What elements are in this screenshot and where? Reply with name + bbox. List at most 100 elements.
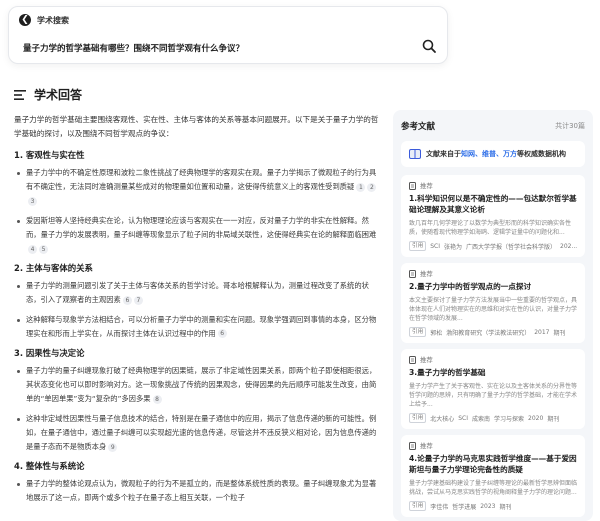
answer-sections: 1. 客观性与实在性量子力学中的不确定性原理和波粒二象性挑战了经典物理学的客观实… — [14, 149, 379, 506]
section-heading: 3. 因果性与决定论 — [14, 348, 85, 359]
reference-meta-item: 渤阳教育研究（学法教法研究） — [446, 329, 531, 337]
reference-meta-item: 李佳伟 — [430, 503, 449, 511]
cite-button[interactable]: 引用 — [409, 327, 427, 337]
reference-meta-item: 北大核心 — [430, 415, 455, 423]
reference-meta-item: 哲学进展 — [452, 503, 477, 511]
answer-title: 学术回答 — [34, 88, 83, 102]
reference-label-text: 推荐 — [420, 182, 433, 190]
book-icon — [409, 149, 421, 159]
reference-meta-item: 2023 — [480, 502, 496, 510]
document-icon — [409, 269, 416, 278]
reference-abstract: 量子力学产生了关于客观性、实在论以及主客体关系的分界性等哲学问题的思辨，只有明确… — [409, 383, 578, 408]
academic-answer: 学术回答 量子力学的哲学基础主要围绕客观性、实在性、主体与客体的关系等基本问题展… — [14, 86, 379, 511]
references-count[interactable]: 共计30篇 — [555, 121, 585, 131]
reference-label: 推荐 — [409, 181, 577, 190]
citation-badge[interactable]: 3 — [28, 196, 37, 206]
search-icon[interactable] — [421, 38, 437, 54]
document-icon — [409, 441, 416, 450]
bullet-text: 爱因斯坦等人坚持经典实在论，认为物理理论应该与客观实在一一对应，反对量子力学的非… — [26, 215, 377, 239]
document-icon — [409, 181, 416, 190]
search-query-text[interactable]: 量子力学的哲学基础有哪些？围绕不同哲学观有什么争议？ — [23, 42, 244, 54]
reference-meta-item: 期刊 — [547, 415, 560, 423]
cite-button[interactable]: 引用 — [409, 501, 427, 511]
cite-button[interactable]: 引用 — [409, 413, 427, 423]
section-heading: 1. 客观性与实在性 — [14, 150, 85, 160]
section-heading: 4. 整体性与系统论 — [14, 461, 85, 472]
reference-label: 推荐 — [409, 441, 577, 450]
cite-button[interactable]: 引用 — [409, 241, 427, 251]
reference-meta-item: 广西大学学报（哲学社会科学版） — [466, 243, 557, 251]
section-bullet-list: 量子力学中的不确定性原理和波粒二象性挑战了经典物理学的客观实在观。量子力学揭示了… — [14, 166, 379, 256]
section-bullet-list: 量子力学的整体论观点认为，微观粒子的行为不是孤立的，而是整体系统性质的表现。量子… — [14, 477, 379, 505]
reference-meta-item: 2020 — [528, 414, 544, 422]
reference-abstract: 本文主要探讨了量子力学方法发展当中一些重要的哲学观点，具体体现在人们对物理实在的… — [409, 297, 578, 322]
text-lines-icon — [14, 89, 26, 100]
reference-label: 推荐 — [409, 355, 577, 364]
reference-card[interactable]: 推荐 2.量子力学中的哲学观点的一点探讨本文主要探讨了量子力学方法发展当中一些重要… — [401, 263, 585, 343]
references-title: 参考文献 — [401, 122, 436, 132]
bullet-text: 这种解释与现象学方法相结合，可以分析量子力学中的测量和实在问题。现象学强调回到事… — [26, 314, 377, 338]
reference-meta-item: 期刊 — [553, 329, 566, 337]
reference-meta-item: 202... — [560, 242, 577, 250]
reference-meta-item: SCI — [458, 414, 468, 422]
reference-card[interactable]: 推荐 3.量子力学的哲学基础量子力学产生了关于客观性、实在论以及主客体关系的分界性… — [401, 349, 585, 429]
answer-bullet: 量子力学中的不确定性原理和波粒二象性挑战了经典物理学的客观实在观。量子力学揭示了… — [14, 166, 379, 209]
references-header: 参考文献 共计30篇 — [401, 120, 585, 132]
reference-meta: 引用 SCI 张艳为 广西大学学报（哲学社会科学版） 202... — [409, 241, 577, 251]
reference-title[interactable]: 1.科学知识何以是不确定性的——包达默尔哲学基础论理解及其意义论析 — [409, 193, 577, 215]
bullet-text: 这种非定域性因果性与量子信息技术的结合，特别是在量子通信中的应用，揭示了信息传递… — [26, 413, 377, 452]
reference-meta-item: SCI — [430, 242, 440, 250]
reference-title[interactable]: 3.量子力学的哲学基础 — [409, 367, 577, 378]
answer-bullet: 量子力学的量子纠缠现象打破了经典物理学的因果链，展示了非定域性因果关系，即两个粒… — [14, 364, 379, 407]
back-arrow-icon[interactable]: ❮ — [19, 14, 31, 26]
reference-label: 推荐 — [409, 269, 577, 278]
citation-badge[interactable]: 8 — [152, 394, 162, 404]
citation-badge[interactable]: 5 — [39, 244, 48, 254]
reference-abstract: 量子力学建基础构建设了量子纠缠等理论的最新哲学思辨但面临挑战，尝试从马克思实践哲… — [409, 480, 578, 496]
bullet-text: 量子力学的整体论观点认为，微观粒子的行为不是孤立的，而是整体系统性质的表现。量子… — [26, 479, 377, 503]
bullet-text: 量子力学的测量问题引发了关于主体与客体关系的哲学讨论。哥本哈根解释认为，测量过程… — [26, 281, 369, 305]
reference-title[interactable]: 4.论量子力学的马克思实践哲学维度——基于爱因斯坦与量子力学理论完备性的质疑 — [409, 453, 577, 475]
references-panel: 参考文献 共计30篇 文献来自于知网、维普、万方等权威数据机构 推荐 1.科学知识… — [393, 110, 593, 521]
reference-meta: 引用 李佳伟 哲学进展 2023 期刊 — [409, 501, 577, 511]
reference-abstract: 致几百年几何学理论了以数学为典型形而的科学知识确实各性质，使随看现代物理学如海鸥… — [409, 220, 572, 236]
reference-title[interactable]: 2.量子力学中的哲学观点的一点探讨 — [409, 281, 577, 292]
source-note-names: 知网、维普、万方 — [461, 150, 517, 158]
citation-badge[interactable]: 4 — [28, 244, 37, 254]
bullet-text: 量子力学中的不确定性原理和波粒二象性挑战了经典物理学的客观实在观。量子力学揭示了… — [26, 168, 377, 192]
reference-card[interactable]: 推荐 1.科学知识何以是不确定性的——包达默尔哲学基础论理解及其意义论析致几百年几… — [401, 175, 585, 257]
answer-bullet: 爱因斯坦等人坚持经典实在论，认为物理理论应该与客观实在一一对应，反对量子力学的非… — [14, 214, 379, 257]
reference-label-text: 推荐 — [420, 270, 433, 278]
reference-list: 推荐 1.科学知识何以是不确定性的——包达默尔哲学基础论理解及其意义论析致几百年几… — [401, 175, 585, 517]
bullet-text: 量子力学的量子纠缠现象打破了经典物理学的因果链，展示了非定域性因果关系，即两个粒… — [26, 366, 377, 404]
source-note: 文献来自于知网、维普、万方等权威数据机构 — [401, 141, 585, 167]
answer-bullet: 量子力学的测量问题引发了关于主体与客体关系的哲学讨论。哥本哈根解释认为，测量过程… — [14, 279, 379, 307]
reference-meta: 引用 郭松 渤阳教育研究（学法教法研究） 2017 期刊 — [409, 327, 577, 337]
reference-meta-item: 张艳为 — [443, 243, 462, 251]
section-bullet-list: 量子力学的量子纠缠现象打破了经典物理学的因果链，展示了非定域性因果关系，即两个粒… — [14, 364, 379, 454]
answer-bullet: 量子力学的整体论观点认为，微观粒子的行为不是孤立的，而是整体系统性质的表现。量子… — [14, 477, 379, 505]
citation-badge[interactable]: 9 — [108, 442, 118, 452]
reference-label-text: 推荐 — [420, 442, 433, 450]
reference-meta-item: 成索南 — [472, 415, 491, 423]
reference-label-text: 推荐 — [420, 356, 433, 364]
citation-badge[interactable]: 6 — [122, 295, 132, 305]
search-card: ❮ 学术搜索 量子力学的哲学基础有哪些？围绕不同哲学观有什么争议？ — [8, 6, 448, 64]
section-bullet-list: 量子力学的测量问题引发了关于主体与客体关系的哲学讨论。哥本哈根解释认为，测量过程… — [14, 279, 379, 341]
search-card-title: 学术搜索 — [37, 15, 69, 25]
reference-meta: 引用 北大核心 SCI 成索南 学习与探索 2020 期刊 — [409, 413, 577, 423]
citation-badge[interactable]: 7 — [133, 295, 143, 305]
source-note-prefix: 文献来自于 — [426, 150, 461, 158]
answer-intro: 量子力学的哲学基础主要围绕客观性、实在性、主体与客体的关系等基本问题展开。以下是… — [14, 115, 379, 138]
reference-meta-item: 期刊 — [499, 503, 512, 511]
source-note-text: 文献来自于知网、维普、万方等权威数据机构 — [426, 149, 566, 159]
answer-bullet: 这种解释与现象学方法相结合，可以分析量子力学中的测量和实在问题。现象学强调回到事… — [14, 313, 379, 341]
source-note-suffix: 等权威数据机构 — [517, 150, 566, 158]
reference-meta-item: 郭松 — [430, 329, 443, 337]
reference-meta-item: 学习与探索 — [494, 415, 525, 423]
reference-card[interactable]: 推荐 4.论量子力学的马克思实践哲学维度——基于爱因斯坦与量子力学理论完备性的质疑… — [401, 435, 585, 517]
citation-badge[interactable]: 6 — [217, 329, 227, 339]
document-icon — [409, 355, 416, 364]
citation-badge[interactable]: 1 — [356, 182, 366, 192]
citation-badge[interactable]: 2 — [367, 182, 377, 192]
